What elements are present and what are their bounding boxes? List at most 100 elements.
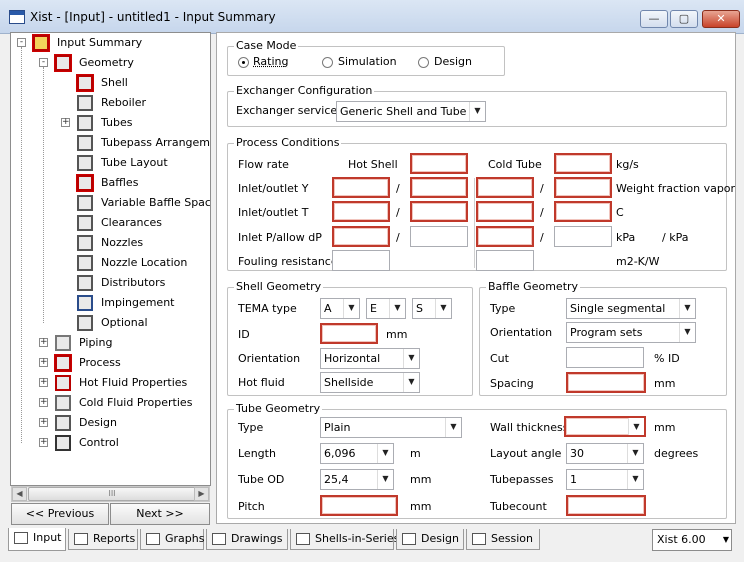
geometry-icon <box>54 54 72 72</box>
expand-icon[interactable]: + <box>39 418 48 427</box>
hot-allow-dp-input[interactable] <box>410 226 468 247</box>
hot-outlet-t-input[interactable] <box>410 201 468 222</box>
tab-shells-in-series[interactable]: Shells-in-Series <box>290 529 399 550</box>
hot-fouling-input[interactable] <box>332 250 390 271</box>
cold-inlet-p-input[interactable] <box>476 226 534 247</box>
baffles-icon <box>76 174 94 192</box>
expand-icon[interactable]: + <box>39 338 48 347</box>
previous-button[interactable]: << Previous <box>11 503 109 525</box>
scroll-left-arrow-icon[interactable]: ◀ <box>12 487 27 501</box>
scroll-thumb[interactable]: III <box>28 487 196 501</box>
tubepasses-select[interactable]: 1 ▼ <box>566 469 644 490</box>
tube-layout-icon <box>77 155 93 171</box>
simulation-radio[interactable] <box>322 57 333 68</box>
tree-item-piping[interactable]: + Piping <box>11 333 210 353</box>
tree-item-variable-baffle-spaci[interactable]: Variable Baffle Spaci <box>11 193 210 213</box>
hot-flow-rate-input[interactable] <box>410 153 468 174</box>
tema-front-select[interactable]: A ▼ <box>320 298 360 319</box>
cold-outlet-y-input[interactable] <box>554 177 612 198</box>
design-radio[interactable] <box>418 57 429 68</box>
input-tab-icon <box>14 532 28 544</box>
tree-item-shell[interactable]: Shell <box>11 73 210 93</box>
tree-item-design[interactable]: + Design <box>11 413 210 433</box>
tree-item-optional[interactable]: Optional <box>11 313 210 333</box>
next-button[interactable]: Next >> <box>110 503 210 525</box>
tree-item-nozzles[interactable]: Nozzles <box>11 233 210 253</box>
tube-type-select[interactable]: Plain ▼ <box>320 417 462 438</box>
tab-label: Graphs <box>165 532 205 545</box>
cold-outlet-t-input[interactable] <box>554 201 612 222</box>
tube-length-select[interactable]: 6,096 ▼ <box>320 443 394 464</box>
rating-radio[interactable] <box>238 57 249 68</box>
minimize-button[interactable]: — <box>640 10 668 28</box>
tree-item-tubes[interactable]: + Tubes <box>11 113 210 133</box>
tree-item-control[interactable]: + Control <box>11 433 210 453</box>
tab-label: Reports <box>93 532 136 545</box>
shell-id-input[interactable] <box>320 323 378 344</box>
tree-item-reboiler[interactable]: Reboiler <box>11 93 210 113</box>
tree-item-impingement[interactable]: Impingement <box>11 293 210 313</box>
tab-graphs[interactable]: Graphs <box>140 529 204 550</box>
wall-thickness-select[interactable]: ▼ <box>564 416 646 437</box>
expand-icon[interactable]: + <box>39 398 48 407</box>
expand-icon[interactable]: + <box>39 358 48 367</box>
baffle-spacing-input[interactable] <box>566 372 646 393</box>
cold-fouling-input[interactable] <box>476 250 534 271</box>
tree-item-tubepass-arrangem[interactable]: Tubepass Arrangem <box>11 133 210 153</box>
hot-outlet-y-input[interactable] <box>410 177 468 198</box>
tab-session[interactable]: Session <box>466 529 540 550</box>
session-icon <box>472 533 486 545</box>
hot-inlet-y-input[interactable] <box>332 177 390 198</box>
layout-angle-select[interactable]: 30 ▼ <box>566 443 644 464</box>
scroll-right-arrow-icon[interactable]: ▶ <box>194 487 209 501</box>
tab-reports[interactable]: Reports <box>68 529 138 550</box>
tree-item-label: Cold Fluid Properties <box>79 396 193 409</box>
rating-label[interactable]: Rating <box>253 55 288 68</box>
tab-design[interactable]: Design <box>396 529 464 550</box>
tema-rear-select[interactable]: S ▼ <box>412 298 452 319</box>
shells-in-series-icon <box>296 533 310 545</box>
tree-item-cold-fluid-properties[interactable]: + Cold Fluid Properties <box>11 393 210 413</box>
tree-horizontal-scrollbar[interactable]: ◀ III ▶ <box>11 486 210 502</box>
shell-orientation-select[interactable]: Horizontal ▼ <box>320 348 420 369</box>
exchanger-service-select[interactable]: Generic Shell and Tube ▼ <box>336 101 486 122</box>
chevron-down-icon: ▼ <box>469 102 485 121</box>
tree-item-input-summary[interactable]: - Input Summary <box>11 33 210 53</box>
tab-drawings[interactable]: Drawings <box>206 529 288 550</box>
cold-allow-dp-input[interactable] <box>554 226 612 247</box>
simulation-label[interactable]: Simulation <box>338 55 397 68</box>
tema-shell-select[interactable]: E ▼ <box>366 298 406 319</box>
baffle-type-select[interactable]: Single segmental ▼ <box>566 298 696 319</box>
tab-label: Drawings <box>231 532 283 545</box>
tube-od-select[interactable]: 25,4 ▼ <box>320 469 394 490</box>
design-label[interactable]: Design <box>434 55 472 68</box>
cold-inlet-t-input[interactable] <box>476 201 534 222</box>
tree-item-hot-fluid-properties[interactable]: + Hot Fluid Properties <box>11 373 210 393</box>
tree-item-distributors[interactable]: Distributors <box>11 273 210 293</box>
expand-icon[interactable]: + <box>39 438 48 447</box>
cold-inlet-y-input[interactable] <box>476 177 534 198</box>
hot-inlet-p-input[interactable] <box>332 226 390 247</box>
tube-pitch-input[interactable] <box>320 495 398 516</box>
navigation-tree[interactable]: - Input Summary - Geometry Shell Reboiler + Tub… <box>10 32 211 486</box>
collapse-icon[interactable]: - <box>17 38 26 47</box>
tree-item-tube-layout[interactable]: Tube Layout <box>11 153 210 173</box>
tab-input[interactable]: Input <box>8 528 66 551</box>
tree-item-baffles[interactable]: Baffles <box>11 173 210 193</box>
collapse-icon[interactable]: - <box>39 58 48 67</box>
tubecount-input[interactable] <box>566 495 646 516</box>
tree-item-clearances[interactable]: Clearances <box>11 213 210 233</box>
hot-inlet-t-input[interactable] <box>332 201 390 222</box>
cold-flow-rate-input[interactable] <box>554 153 612 174</box>
tree-item-geometry[interactable]: - Geometry <box>11 53 210 73</box>
maximize-button[interactable]: ▢ <box>670 10 698 28</box>
expand-icon[interactable]: + <box>39 378 48 387</box>
hot-fluid-select[interactable]: Shellside ▼ <box>320 372 420 393</box>
baffle-cut-input[interactable] <box>566 347 644 368</box>
tree-item-process[interactable]: + Process <box>11 353 210 373</box>
baffle-orientation-select[interactable]: Program sets ▼ <box>566 322 696 343</box>
close-button[interactable]: ✕ <box>702 10 740 28</box>
version-select[interactable]: Xist 6.00 ▼ <box>652 529 732 551</box>
tree-item-nozzle-location[interactable]: Nozzle Location <box>11 253 210 273</box>
expand-icon[interactable]: + <box>61 118 70 127</box>
